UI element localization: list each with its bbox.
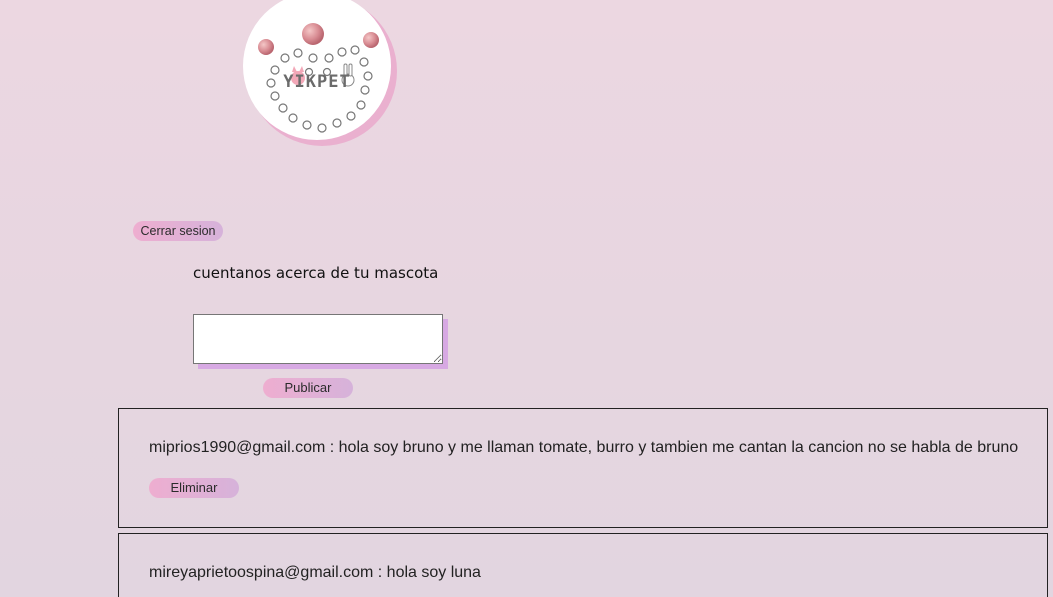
- post-text: miprios1990@gmail.com : hola soy bruno y…: [149, 439, 1019, 456]
- logo-circle: YIKPET: [243, 0, 391, 140]
- post-textarea[interactable]: [193, 314, 443, 364]
- pink-ball-icon: [363, 32, 379, 48]
- pink-ball-icon: [302, 23, 324, 45]
- publish-button[interactable]: Publicar: [263, 378, 353, 398]
- pink-ball-icon: [258, 39, 274, 55]
- delete-post-button[interactable]: Eliminar: [149, 478, 239, 498]
- logo-artwork: [258, 23, 379, 133]
- logout-button[interactable]: Cerrar sesion: [133, 221, 223, 241]
- composer-prompt: cuentanos acerca de tu mascota: [193, 264, 439, 282]
- post-text: mireyaprietoospina@gmail.com : hola soy …: [149, 564, 481, 581]
- site-logo: YIKPET: [243, 0, 397, 146]
- logo-wordmark: YIKPET: [283, 72, 351, 92]
- post-card: mireyaprietoospina@gmail.com : hola soy …: [118, 533, 1048, 597]
- post-card: miprios1990@gmail.com : hola soy bruno y…: [118, 408, 1048, 528]
